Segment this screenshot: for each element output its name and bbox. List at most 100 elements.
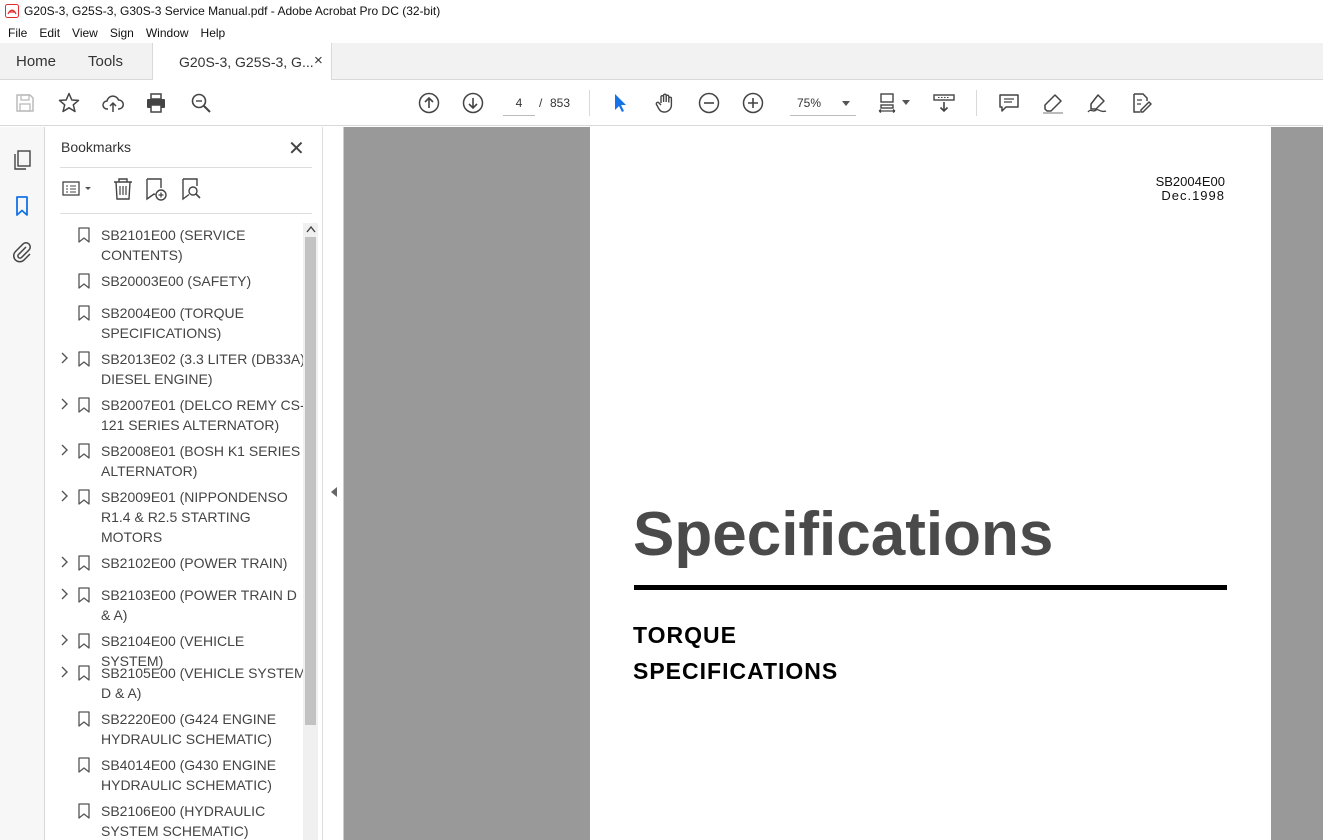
bookmark-label: SB2009E01 (NIPPONDENSO R1.4 & R2.5 START… (101, 489, 288, 545)
zoom-in-icon[interactable] (741, 91, 765, 115)
document-view[interactable]: SB2004E00 Dec.1998 Specifications TORQUE… (344, 127, 1323, 840)
pdf-page: SB2004E00 Dec.1998 Specifications TORQUE… (590, 127, 1271, 840)
new-bookmark-icon[interactable] (142, 176, 168, 202)
page-thumbnails-icon[interactable] (10, 148, 34, 172)
bookmark-icon (78, 665, 90, 681)
bookmark-label: SB2013E02 (3.3 LITER (DB33A) DIESEL ENGI… (101, 351, 303, 387)
bookmark-icon (78, 273, 90, 289)
bookmark-label: SB4014E00 (G430 ENGINE HYDRAULIC SCHEMAT… (101, 757, 277, 793)
next-page-icon[interactable] (461, 91, 485, 115)
attachment-icon[interactable] (10, 240, 34, 264)
collapse-panel-icon[interactable] (331, 487, 337, 497)
divider (60, 213, 312, 214)
heading-rule (634, 585, 1227, 590)
zoom-out-icon[interactable] (697, 91, 721, 115)
tab-document[interactable]: G20S-3, G25S-3, G... × (152, 43, 332, 81)
scrollbar-thumb[interactable] (305, 237, 316, 725)
tab-document-label: G20S-3, G25S-3, G... (179, 54, 314, 70)
bookmark-panel-icon[interactable] (10, 194, 34, 218)
bookmark-label: SB2220E00 (G424 ENGINE HYDRAULIC SCHEMAT… (101, 711, 277, 747)
acrobat-icon (4, 3, 20, 19)
page-number-input[interactable]: 4 (503, 90, 535, 116)
page-separator: / (539, 96, 543, 110)
draw-sign-icon[interactable] (1085, 91, 1109, 115)
save-icon[interactable] (13, 91, 37, 115)
main-toolbar (0, 80, 1323, 126)
menu-edit[interactable]: Edit (33, 26, 66, 40)
chevron-right-icon[interactable] (59, 666, 69, 678)
cloud-upload-icon[interactable] (101, 91, 125, 115)
toolbar-divider (976, 90, 977, 116)
bookmark-icon (78, 397, 90, 413)
chevron-down-icon (842, 101, 850, 106)
menu-file[interactable]: File (2, 26, 33, 40)
menu-bar: File Edit View Sign Window Help (0, 22, 1323, 43)
bookmark-label: SB20003E00 (SAFETY) (101, 273, 252, 289)
scroll-mode-icon[interactable] (932, 91, 956, 115)
document-heading: Specifications (633, 500, 1054, 569)
edit-document-icon[interactable] (1129, 91, 1153, 115)
window-title: G20S-3, G25S-3, G30S-3 Service Manual.pd… (24, 4, 441, 18)
document-code: SB2004E00 (1155, 174, 1225, 189)
chevron-right-icon[interactable] (59, 490, 69, 502)
select-cursor-icon[interactable] (608, 91, 632, 115)
bookmark-label: SB2105E00 (VEHICLE SYSTEM D & A) (101, 665, 303, 701)
chevron-right-icon[interactable] (59, 352, 69, 364)
left-navigation-rail (0, 127, 45, 840)
bookmark-icon (78, 489, 90, 505)
bookmark-scrollbar[interactable] (303, 223, 318, 840)
bookmark-icon (78, 757, 90, 773)
document-date: Dec.1998 (1161, 188, 1225, 203)
close-panel-button[interactable]: ✕ (288, 136, 305, 161)
bookmark-label: SB2102E00 (POWER TRAIN) (101, 555, 288, 571)
bookmark-list: SB2101E00 (SERVICE CONTENTS) SB20003E00 … (45, 223, 303, 840)
find-bookmark-icon[interactable] (178, 176, 204, 202)
chevron-right-icon[interactable] (59, 588, 69, 600)
divider (60, 167, 312, 168)
subtitle-line: TORQUE (633, 622, 737, 648)
title-bar: G20S-3, G25S-3, G30S-3 Service Manual.pd… (0, 0, 1323, 22)
chevron-down-icon[interactable] (902, 100, 910, 105)
comment-icon[interactable] (997, 91, 1021, 115)
hand-tool-icon[interactable] (653, 91, 677, 115)
highlight-pen-icon[interactable] (1041, 91, 1065, 115)
total-pages: 853 (550, 96, 571, 110)
bookmark-label: SB2008E01 (BOSH K1 SERIES ALTERNATOR) (101, 443, 301, 479)
zoom-level-select[interactable]: 75% (790, 90, 856, 116)
bookmark-icon (78, 633, 90, 649)
print-icon[interactable] (144, 91, 168, 115)
bookmark-label: SB2007E01 (DELCO REMY CS-121 SERIES ALTE… (101, 397, 303, 433)
star-icon[interactable] (57, 91, 81, 115)
panel-splitter[interactable] (323, 127, 344, 840)
subtitle-line: SPECIFICATIONS (633, 658, 839, 684)
options-menu-icon[interactable] (60, 176, 91, 202)
menu-view[interactable]: View (66, 26, 104, 40)
chevron-up-icon[interactable] (306, 225, 316, 236)
tab-home[interactable]: Home (16, 43, 56, 80)
bookmark-icon (78, 443, 90, 459)
bookmark-icon (78, 711, 90, 727)
bookmark-label: SB2004E00 (TORQUE SPECIFICATIONS) (101, 305, 244, 341)
menu-sign[interactable]: Sign (104, 26, 140, 40)
bookmark-icon (78, 305, 90, 321)
menu-window[interactable]: Window (140, 26, 195, 40)
bookmark-icon (78, 587, 90, 603)
chevron-right-icon[interactable] (59, 444, 69, 456)
zoom-level-value: 75% (797, 96, 822, 110)
tab-bar: Home Tools G20S-3, G25S-3, G... × (0, 43, 1323, 81)
bookmark-icon (78, 555, 90, 571)
chevron-right-icon[interactable] (59, 634, 69, 646)
menu-help[interactable]: Help (195, 26, 232, 40)
delete-bookmark-icon[interactable] (110, 176, 136, 202)
chevron-right-icon[interactable] (59, 398, 69, 410)
bookmark-icon (78, 227, 90, 243)
close-tab-button[interactable]: × (314, 52, 323, 69)
bookmarks-panel: Bookmarks ✕ SB2101E00 (SERVICE CONTENTS)… (45, 127, 323, 840)
previous-page-icon[interactable] (417, 91, 441, 115)
chevron-right-icon[interactable] (59, 556, 69, 568)
page-fit-icon[interactable] (876, 91, 900, 115)
document-subtitle: TORQUE SPECIFICATIONS (633, 617, 838, 689)
find-zoom-icon[interactable] (189, 91, 213, 115)
bookmark-icon (78, 351, 90, 367)
tab-tools[interactable]: Tools (88, 43, 123, 80)
